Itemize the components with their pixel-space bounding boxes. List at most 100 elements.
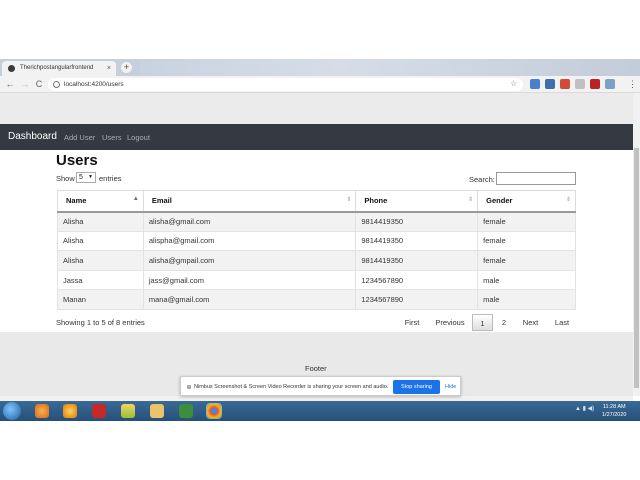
pagination-next[interactable]: Next <box>518 314 543 331</box>
column-header-label: Email <box>151 196 172 206</box>
top-navbar: Dashboard Add User Users Logout <box>0 124 633 150</box>
entries-label: entries <box>99 174 122 183</box>
forward-arrow-icon[interactable]: → <box>19 77 31 91</box>
cell-email: alisha@gmpail.com <box>142 250 357 271</box>
sort-icon: ⇕ <box>468 197 474 203</box>
sharing-message: Nimbus Screenshot & Screen Video Recorde… <box>194 384 389 390</box>
extension-icon[interactable] <box>590 79 600 89</box>
app-icon[interactable] <box>179 404 193 418</box>
pagination-last[interactable]: Last <box>550 314 574 331</box>
nav-link-logout[interactable]: Logout <box>127 133 150 142</box>
page-viewport: Dashboard Add User Users Logout Users Sh… <box>0 93 633 396</box>
nav-link-add-user[interactable]: Add User <box>64 133 95 142</box>
back-arrow-icon[interactable]: ← <box>4 77 16 91</box>
pagination-page-2[interactable]: 2 <box>495 314 513 331</box>
cell-email: alispha@gmail.com <box>142 230 357 252</box>
sort-asc-icon: ▲ <box>132 196 139 202</box>
sharing-indicator-icon <box>187 385 191 389</box>
taskbar-clock[interactable]: 11:28 AM 1/27/2020 <box>602 403 626 419</box>
filezilla-icon[interactable] <box>92 404 106 418</box>
cell-gender: male <box>477 289 576 310</box>
cell-name: Manan <box>57 289 144 310</box>
pagination-previous[interactable]: Previous <box>431 314 469 331</box>
column-header-label: Phone <box>364 196 388 206</box>
browser-toolbar: ← → C localhost:4200/users ☆ ⋮ <box>0 76 640 93</box>
cell-phone: 1234567890 <box>355 269 479 291</box>
extension-icon[interactable] <box>605 79 615 89</box>
cell-phone: 9814419350 <box>355 250 479 271</box>
hide-sharing-bar-link[interactable]: Hide <box>445 377 456 397</box>
cell-gender: female <box>477 250 576 271</box>
windows-taskbar: ▲ ▮ ◀) 11:28 AM 1/27/2020 <box>0 401 640 421</box>
pagination-first[interactable]: First <box>398 314 426 331</box>
cell-phone: 9814419350 <box>355 211 479 232</box>
column-header-label: Name <box>66 196 87 206</box>
firefox-icon[interactable] <box>35 404 49 418</box>
site-info-icon[interactable] <box>53 81 60 88</box>
address-bar[interactable]: localhost:4200/users <box>48 78 523 91</box>
cell-email: mana@gmail.com <box>142 289 357 310</box>
tab-close-icon[interactable]: × <box>107 61 111 76</box>
table-header-row: Name ▲ Email ⇕ Phone ⇕ Gender ⇕ <box>57 190 576 213</box>
navbar-brand[interactable]: Dashboard <box>8 131 57 142</box>
sort-icon: ⇕ <box>565 197 571 203</box>
tab-title: Therichpostangularfrontend <box>20 65 94 71</box>
show-label: Show <box>56 174 75 183</box>
extension-icon[interactable] <box>560 79 570 89</box>
bookmark-star-icon[interactable]: ☆ <box>510 77 517 91</box>
app-icon[interactable] <box>121 404 135 418</box>
column-header-gender[interactable]: Gender ⇕ <box>477 190 576 213</box>
tab-strip-background <box>140 59 640 76</box>
pagination-page-1[interactable]: 1 <box>472 314 493 331</box>
table-row: Alisha alisha@gmpail.com 9814419350 fema… <box>57 250 576 271</box>
letterbox-top <box>0 0 640 59</box>
search-label: Search: <box>469 175 495 184</box>
page-title: Users <box>56 152 98 169</box>
footer-text: Footer <box>305 364 327 373</box>
cell-name: Alisha <box>57 211 144 232</box>
stop-sharing-button[interactable]: Stop sharing <box>393 380 440 394</box>
url-text: localhost:4200/users <box>64 81 124 88</box>
extension-icon[interactable] <box>575 79 585 89</box>
page-top-strip <box>0 93 633 124</box>
table-info: Showing 1 to 5 of 8 entries <box>56 318 145 327</box>
page-size-select[interactable]: 5 ▼ <box>76 172 96 183</box>
extension-icon[interactable] <box>545 79 555 89</box>
chevron-down-icon: ▼ <box>88 174 93 180</box>
letterbox-bottom <box>0 421 640 480</box>
cell-gender: male <box>477 269 576 291</box>
cell-email: alisha@gmail.com <box>142 211 357 232</box>
sort-icon: ⇕ <box>346 197 352 203</box>
browser-menu-icon[interactable]: ⋮ <box>628 77 637 91</box>
users-table: Name ▲ Email ⇕ Phone ⇕ Gender ⇕ Alisha alish… <box>57 190 576 310</box>
extension-icon[interactable] <box>530 79 540 89</box>
column-header-label: Gender <box>486 196 513 206</box>
search-input[interactable] <box>496 172 576 185</box>
new-tab-button[interactable]: + <box>121 62 132 73</box>
app-icon[interactable] <box>63 404 77 418</box>
cell-gender: female <box>477 211 576 232</box>
table-row: Manan mana@gmail.com 1234567890 male <box>57 289 576 310</box>
table-row: Alisha alisha@gmail.com 9814419350 femal… <box>57 211 576 232</box>
screen-sharing-bar: Nimbus Screenshot & Screen Video Recorde… <box>180 376 461 396</box>
column-header-phone[interactable]: Phone ⇕ <box>355 190 479 213</box>
table-row: Alisha alispha@gmail.com 9814419350 fema… <box>57 230 576 252</box>
system-tray[interactable]: ▲ ▮ ◀) <box>575 405 594 412</box>
nav-link-users[interactable]: Users <box>102 133 122 142</box>
cell-name: Alisha <box>57 230 144 252</box>
cell-name: Alisha <box>57 250 144 271</box>
browser-tab-strip: Therichpostangularfrontend × + <box>0 59 640 76</box>
browser-tab[interactable]: Therichpostangularfrontend × <box>2 61 116 76</box>
column-header-email[interactable]: Email ⇕ <box>142 190 357 213</box>
page-size-value: 5 <box>79 174 83 181</box>
start-button-icon[interactable] <box>3 402 21 420</box>
chrome-icon[interactable] <box>206 403 222 419</box>
reload-icon[interactable]: C <box>33 77 45 91</box>
folder-icon[interactable] <box>150 404 164 418</box>
clock-date: 1/27/2020 <box>602 412 627 418</box>
table-row: Jassa jass@gmail.com 1234567890 male <box>57 269 576 291</box>
cell-email: jass@gmail.com <box>142 269 357 291</box>
vertical-scrollbar[interactable] <box>633 93 640 396</box>
column-header-name[interactable]: Name ▲ <box>57 190 144 213</box>
scrollbar-thumb[interactable] <box>634 148 639 388</box>
